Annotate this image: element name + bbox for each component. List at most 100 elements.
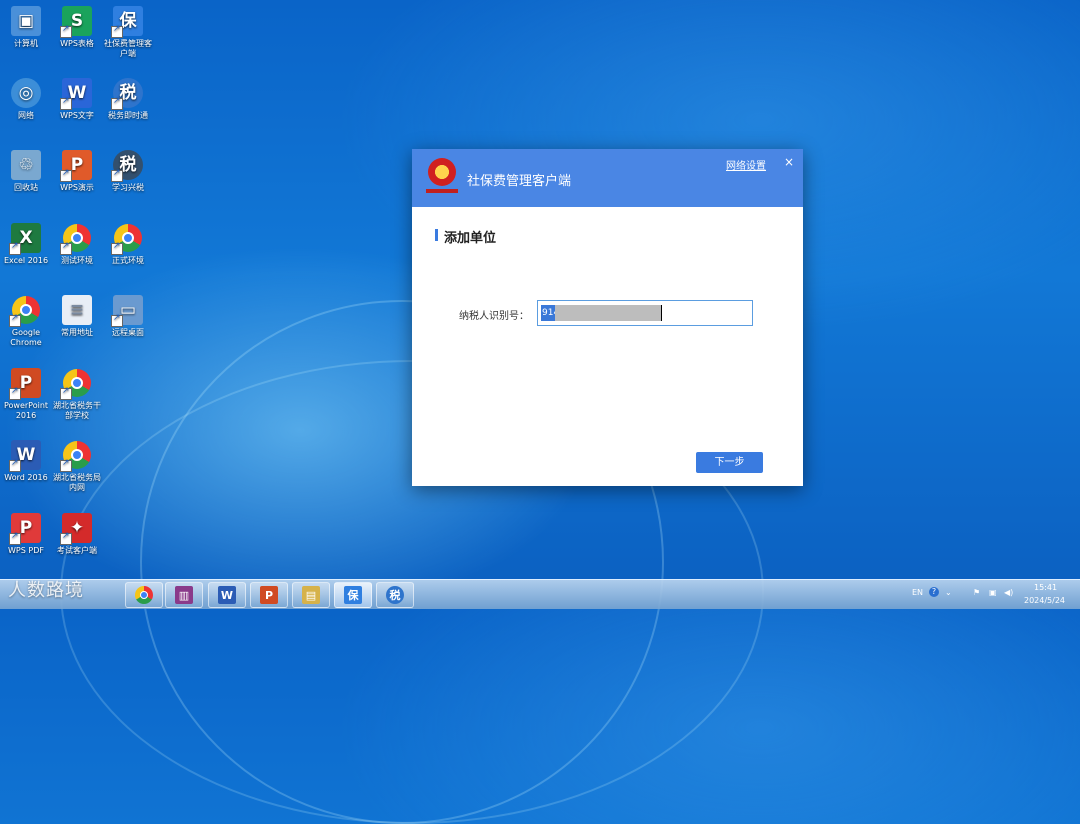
desktop-icon-label: WPS PDF (8, 546, 44, 555)
desktop-icon-label: 湖北省税务局内网 (53, 473, 101, 492)
shortcut-arrow-icon (60, 386, 72, 400)
network-icon: ◎ (11, 78, 41, 108)
taskbar-app-winrar[interactable]: ▥ (165, 582, 203, 608)
redacted-mask (555, 305, 661, 321)
shortcut-arrow-icon (60, 458, 72, 472)
desktop-icon-label: 税务即时通 (108, 111, 148, 120)
desktop-icon-wps-sheets[interactable]: S WPS表格 (51, 6, 103, 49)
taskbar-app-social-security[interactable]: 保 (334, 582, 372, 608)
desktop-icon-label: 湖北省税务干部学校 (53, 401, 101, 420)
shortcut-arrow-icon (60, 531, 72, 545)
section-title: 添加单位 (444, 231, 497, 246)
shortcut-arrow-icon (111, 24, 123, 38)
desktop-icon-computer[interactable]: ▣ 计算机 (0, 6, 52, 49)
clock-date[interactable]: 2024/5/24 (1024, 596, 1065, 605)
desktop-icon-wps-presentation[interactable]: P WPS演示 (51, 150, 103, 193)
desktop-icon-wps-pdf[interactable]: P WPS PDF (0, 513, 52, 556)
desktop-icon-powerpoint[interactable]: P PowerPoint 2016 (0, 368, 52, 421)
taskbar-app-powerpoint[interactable]: P (250, 582, 288, 608)
chrome-icon (135, 586, 153, 604)
desktop-icon-test-env[interactable]: 测试环境 (51, 223, 103, 266)
recycle-bin-icon: ♲ (11, 150, 41, 180)
desktop-icon-social-security-client[interactable]: 保 社保费管理客户端 (102, 6, 154, 59)
add-unit-dialog: 社保费管理客户端 网络设置 × 添加单位 纳税人识别号： 914 下一步 (412, 149, 803, 486)
text-caret (661, 305, 662, 321)
desktop-icon-tax-messenger[interactable]: 税 税务即时通 (102, 78, 154, 121)
shortcut-arrow-icon (111, 313, 123, 327)
taskbar-app-chrome[interactable] (125, 582, 163, 608)
tray-overflow-icon[interactable]: ⌄ (945, 588, 952, 597)
shortcut-arrow-icon (60, 96, 72, 110)
social-security-icon: 保 (344, 586, 362, 604)
desktop-icon-common-address[interactable]: ≡ 常用地址 (51, 295, 103, 338)
taxpayer-id-input[interactable]: 914 (537, 300, 753, 326)
taskbar-app-word[interactable]: W (208, 582, 246, 608)
shortcut-arrow-icon (111, 241, 123, 255)
desktop-icon-label: WPS表格 (60, 39, 94, 48)
desktop-icon-label: 远程桌面 (112, 328, 144, 337)
action-center-icon[interactable]: ⚑ (973, 588, 980, 597)
desktop-icon-network[interactable]: ◎ 网络 (0, 78, 52, 121)
shortcut-arrow-icon (9, 313, 21, 327)
desktop-icon-hubei-intranet[interactable]: 湖北省税务局内网 (51, 440, 103, 493)
close-icon[interactable]: × (784, 155, 794, 169)
network-settings-link[interactable]: 网络设置 (726, 157, 766, 172)
desktop-icon-prod-env[interactable]: 正式环境 (102, 223, 154, 266)
network-tray-icon[interactable]: ▣ (989, 588, 997, 597)
computer-icon: ▣ (11, 6, 41, 36)
taskbar: ▥ W P ▤ 保 税 EN ? ⌄ ⚑ ▣ ◀) (0, 579, 1080, 609)
emblem-ribbon (426, 189, 458, 193)
clock-time[interactable]: 15:41 (1034, 583, 1057, 592)
taskbar-app-folder[interactable]: ▤ (292, 582, 330, 608)
folder-icon: ▤ (302, 586, 320, 604)
powerpoint-icon: P (260, 586, 278, 604)
taxpayer-id-label: 纳税人识别号： (459, 311, 529, 322)
dialog-header: 社保费管理客户端 网络设置 × (412, 149, 803, 207)
desktop-icon-label: PowerPoint 2016 (3, 401, 49, 420)
desktop-icon-label: WPS演示 (60, 183, 94, 192)
desktop-icon-excel[interactable]: X Excel 2016 (0, 223, 52, 266)
shortcut-arrow-icon (9, 458, 21, 472)
section-marker (435, 229, 438, 241)
desktop-icon-recycle-bin[interactable]: ♲ 回收站 (0, 150, 52, 193)
desktop-icon-label: 网络 (18, 111, 34, 120)
watermark: 人数路境 (8, 580, 84, 601)
shortcut-arrow-icon (111, 96, 123, 110)
shortcut-arrow-icon (60, 241, 72, 255)
tax-emblem-icon (428, 158, 456, 186)
document-icon: ≡ (62, 295, 92, 325)
help-icon[interactable]: ? (929, 587, 939, 597)
desktop-icon-label: Excel 2016 (3, 256, 49, 265)
language-indicator[interactable]: EN (912, 588, 923, 597)
desktop-icon-label: Word 2016 (4, 473, 48, 482)
tax-messenger-icon: 税 (386, 586, 404, 604)
archive-icon: ▥ (175, 586, 193, 604)
desktop-icon-label: 学习兴税 (112, 183, 144, 192)
desktop-icon-label: 回收站 (14, 183, 38, 192)
dialog-title: 社保费管理客户端 (467, 174, 572, 189)
shortcut-arrow-icon (60, 168, 72, 182)
desktop-icon-wps-writer[interactable]: W WPS文字 (51, 78, 103, 121)
desktop-icon-label: 社保费管理客户端 (104, 39, 152, 58)
next-button[interactable]: 下一步 (696, 452, 763, 473)
desktop-icon-remote-desktop[interactable]: ▭ 远程桌面 (102, 295, 154, 338)
shortcut-arrow-icon (111, 168, 123, 182)
desktop-icon-label: 测试环境 (61, 256, 93, 265)
desktop-icon-google-chrome[interactable]: Google Chrome (0, 295, 52, 348)
desktop-icon-hubei-school[interactable]: 湖北省税务干部学校 (51, 368, 103, 421)
word-icon: W (218, 586, 236, 604)
taxpayer-id-value: 914 (541, 305, 559, 321)
desktop-icon-label: Google Chrome (10, 328, 42, 347)
taskbar-app-tax-messenger[interactable]: 税 (376, 582, 414, 608)
desktop-icon-label: WPS文字 (60, 111, 94, 120)
shortcut-arrow-icon (9, 531, 21, 545)
shortcut-arrow-icon (9, 241, 21, 255)
desktop-icon-label: 正式环境 (112, 256, 144, 265)
shortcut-arrow-icon (60, 24, 72, 38)
desktop-icon-learning-tax[interactable]: 税 学习兴税 (102, 150, 154, 193)
desktop-icon-word[interactable]: W Word 2016 (0, 440, 52, 483)
desktop-icon-exam-client[interactable]: ✦ 考试客户端 (51, 513, 103, 556)
desktop-icon-label: 常用地址 (61, 328, 93, 337)
volume-icon[interactable]: ◀) (1004, 588, 1013, 597)
shortcut-arrow-icon (9, 386, 21, 400)
